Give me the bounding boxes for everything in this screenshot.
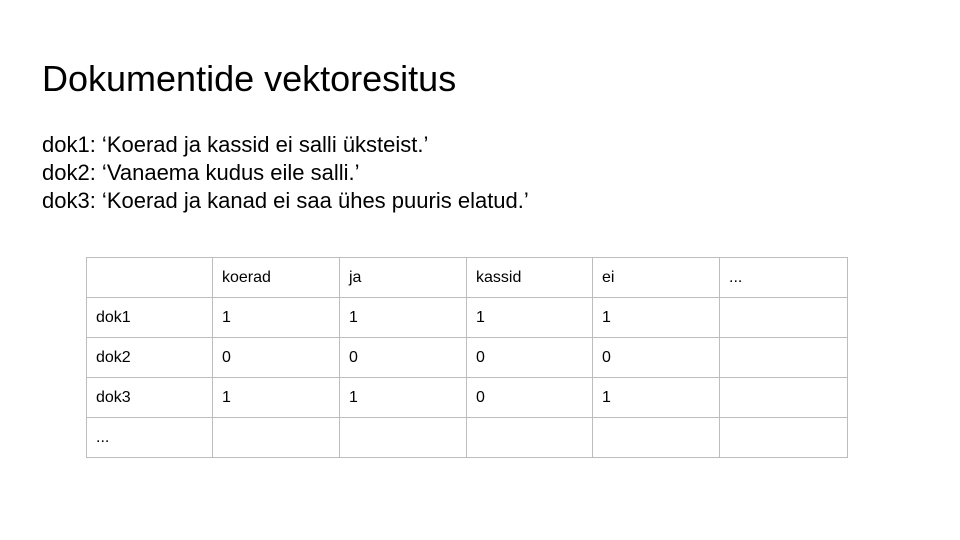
table-cell: 1: [592, 377, 720, 418]
table-cell: 0: [466, 337, 593, 378]
table-row: dok3 1 1 0 1: [86, 377, 848, 418]
table-header-cell: ja: [339, 257, 467, 298]
table-header-cell: ...: [719, 257, 848, 298]
table-cell: 1: [339, 297, 467, 338]
table-cell: 0: [339, 337, 467, 378]
table-cell: [212, 417, 340, 458]
table-cell: 1: [339, 377, 467, 418]
slide: Dokumentide vektoresitus dok1: ‘Koerad j…: [0, 0, 960, 540]
table-cell: 1: [212, 377, 340, 418]
document-line-dok2: dok2: ‘Vanaema kudus eile salli.’: [42, 160, 360, 185]
table-row: ...: [86, 417, 848, 458]
vector-table: koerad ja kassid ei ... dok1 1 1 1 1 dok…: [86, 257, 848, 458]
table-row: dok2 0 0 0 0: [86, 337, 848, 378]
table-cell: [719, 417, 848, 458]
table-header-row: koerad ja kassid ei ...: [86, 257, 848, 298]
table-cell: 1: [212, 297, 340, 338]
table-cell: dok3: [86, 377, 213, 418]
table-cell: 0: [592, 337, 720, 378]
table-cell: dok1: [86, 297, 213, 338]
table-cell: [339, 417, 467, 458]
document-line-dok3: dok3: ‘Koerad ja kanad ei saa ühes puuri…: [42, 188, 529, 213]
table-header-cell: [86, 257, 213, 298]
table-cell: ...: [86, 417, 213, 458]
table-cell: [719, 377, 848, 418]
table-cell: 0: [466, 377, 593, 418]
document-line-dok1: dok1: ‘Koerad ja kassid ei salli üksteis…: [42, 132, 429, 157]
document-list: dok1: ‘Koerad ja kassid ei salli üksteis…: [42, 131, 529, 215]
slide-title: Dokumentide vektoresitus: [42, 58, 457, 99]
table-cell: [719, 297, 848, 338]
table-row: dok1 1 1 1 1: [86, 297, 848, 338]
table-cell: [719, 337, 848, 378]
table-header-cell: koerad: [212, 257, 340, 298]
table-cell: 0: [212, 337, 340, 378]
table-cell: 1: [466, 297, 593, 338]
table-cell: [592, 417, 720, 458]
table-cell: dok2: [86, 337, 213, 378]
table-header-cell: kassid: [466, 257, 593, 298]
table-header-cell: ei: [592, 257, 720, 298]
table-cell: 1: [592, 297, 720, 338]
table-cell: [466, 417, 593, 458]
